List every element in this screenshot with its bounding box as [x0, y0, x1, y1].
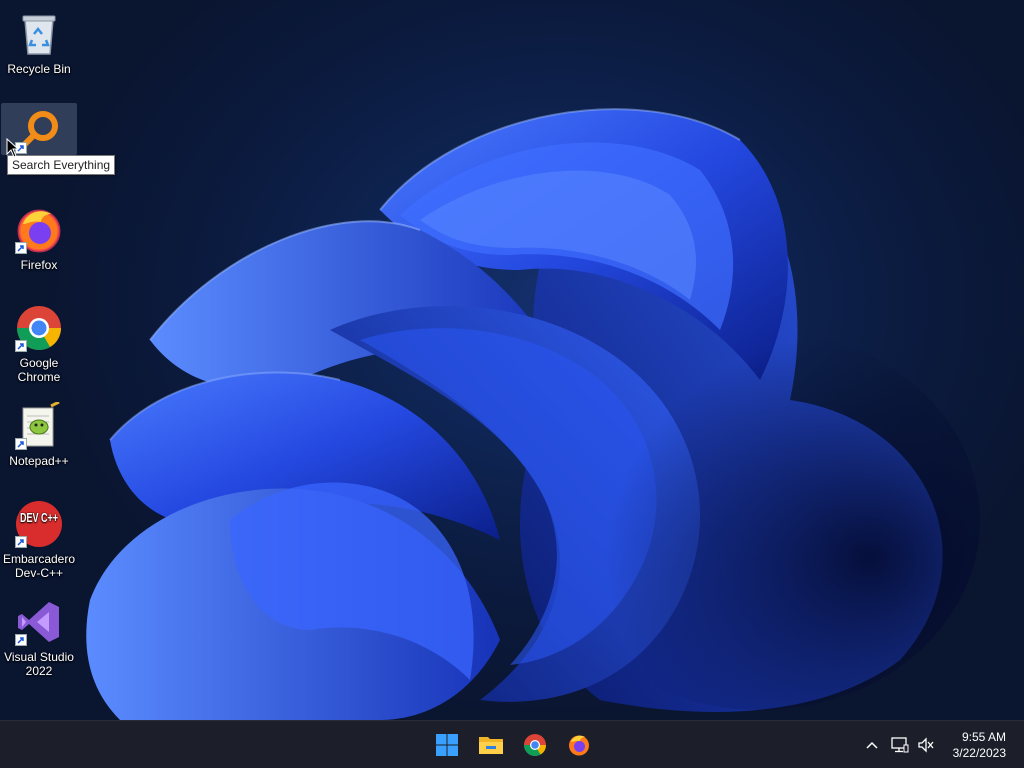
firefox-icon — [15, 206, 63, 254]
wallpaper-bloom — [86, 108, 980, 720]
desktop[interactable]: Recycle Bin Firefox Google Chrome Notepa… — [0, 0, 1024, 720]
shortcut-arrow-icon — [15, 340, 27, 352]
desktop-icon-recycle-bin[interactable]: Recycle Bin — [1, 4, 77, 94]
mouse-cursor-icon — [6, 138, 20, 158]
firefox-icon — [569, 735, 589, 756]
volume-button[interactable] — [916, 735, 936, 755]
network-button[interactable] — [890, 735, 910, 755]
shortcut-arrow-icon — [15, 634, 27, 646]
tooltip: Search Everything — [7, 155, 116, 175]
speaker-muted-icon — [918, 737, 934, 753]
desktop-icon-label: Notepad++ — [9, 454, 69, 468]
desktop-icon-label: Firefox — [20, 258, 58, 272]
network-icon — [891, 737, 909, 753]
desktop-icon-firefox[interactable]: Firefox — [1, 200, 77, 290]
desktop-icon-label: Recycle Bin — [7, 62, 71, 76]
visual-studio-icon — [15, 598, 63, 646]
dev-cpp-icon: DEV C++ — [15, 500, 63, 548]
desktop-icon-notepadpp[interactable]: Notepad++ — [1, 396, 77, 486]
shortcut-arrow-icon — [15, 536, 27, 548]
chevron-up-icon — [866, 741, 878, 749]
desktop-icon-label: Visual Studio 2022 — [4, 650, 74, 678]
desktop-icon-label: Embarcadero Dev-C++ — [2, 552, 76, 580]
notepadpp-icon — [15, 400, 63, 450]
clock-time: 9:55 AM — [961, 730, 1006, 744]
search-everything-icon — [15, 106, 63, 154]
desktop-icon-google-chrome[interactable]: Google Chrome — [1, 298, 77, 388]
show-hidden-icons-button[interactable] — [862, 735, 882, 755]
dev-cpp-icon-text: DEV C++ — [20, 510, 58, 525]
chrome-button[interactable] — [519, 729, 551, 761]
desktop-icon-label: Google Chrome — [17, 356, 61, 384]
folder-icon — [479, 737, 503, 754]
chrome-icon — [524, 734, 546, 756]
recycle-bin-icon — [15, 10, 63, 58]
desktop-icon-dev-cpp[interactable]: DEV C++ Embarcadero Dev-C++ — [1, 494, 77, 584]
taskbar: 9:55 AM 3/22/2023 — [0, 720, 1024, 768]
shortcut-arrow-icon — [15, 438, 27, 450]
start-button[interactable] — [431, 729, 463, 761]
shortcut-arrow-icon — [15, 242, 27, 254]
clock-date: 3/22/2023 — [952, 746, 1006, 760]
firefox-button[interactable] — [563, 729, 595, 761]
clock[interactable]: 9:55 AM 3/22/2023 — [953, 729, 1006, 761]
desktop-icon-visual-studio[interactable]: Visual Studio 2022 — [1, 592, 77, 682]
windows-logo-icon — [436, 734, 458, 756]
chrome-icon — [15, 304, 63, 352]
file-explorer-button[interactable] — [475, 729, 507, 761]
